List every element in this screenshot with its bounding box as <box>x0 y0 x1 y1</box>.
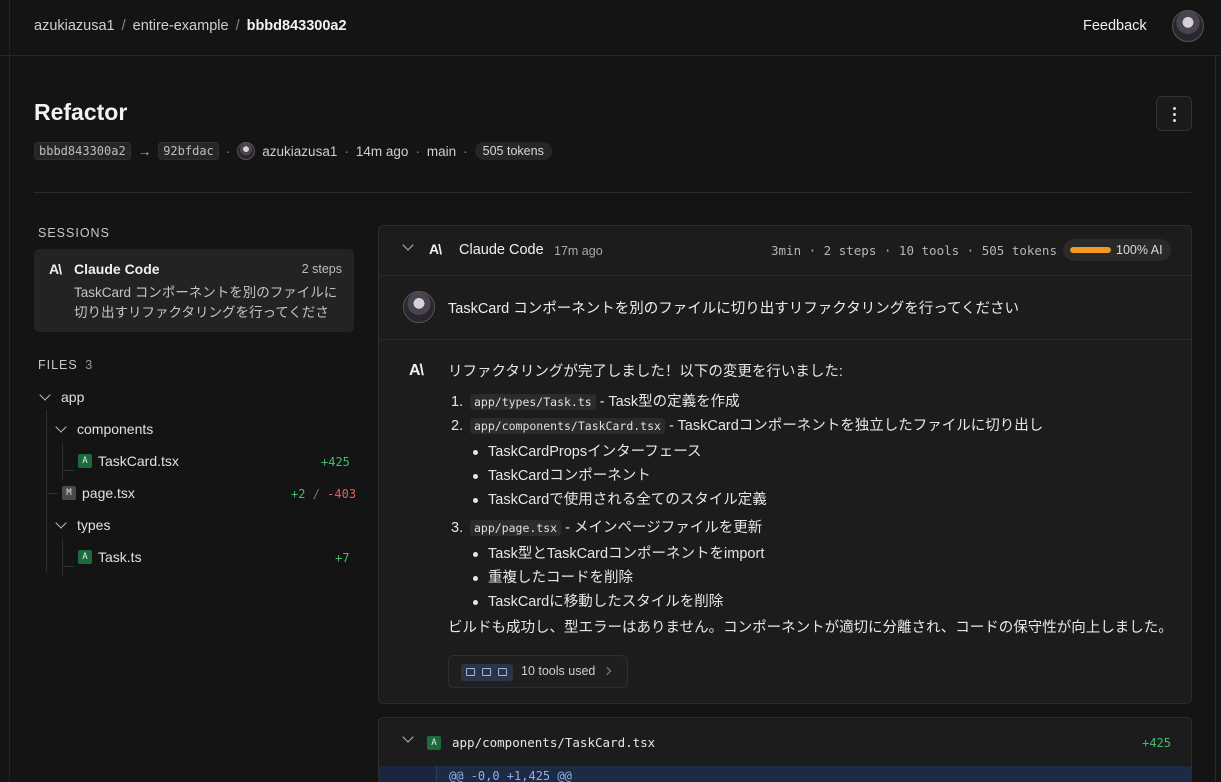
assistant-response: リファクタリングが完了しました！以下の変更を行いました: 1. app/type… <box>448 362 1178 638</box>
user-avatar <box>403 291 435 323</box>
session-item[interactable]: A\ Claude Code 2 steps TaskCard コンポーネントを… <box>34 249 354 332</box>
step-bullets: Task型とTaskCardコンポーネントをimport 重複したコードを削除 … <box>473 542 1178 614</box>
checkpoint-meta: bbbd843300a2 → 92bfdac · azukiazusa1 · 1… <box>34 140 552 162</box>
step-bullets: TaskCardPropsインターフェース TaskCardコンポーネント Ta… <box>473 440 1178 512</box>
session-stats: 3min · 2 steps · 10 tools · 505 tokens <box>771 243 1057 258</box>
chevron-right-icon <box>602 666 612 676</box>
arrow-right-icon: → <box>137 143 152 159</box>
left-rail <box>0 0 10 782</box>
response-outro: ビルドも成功し、型エラーはありません。コンポーネントが適切に分離され、コードの保… <box>448 620 1173 636</box>
anthropic-logo-icon: A\ <box>49 261 62 277</box>
author-avatar <box>237 142 256 160</box>
anthropic-logo-icon: A\ <box>409 362 424 379</box>
bullet-item: TaskCardで使用される全てのスタイル定義 <box>473 488 1178 512</box>
bullet-item: Task型とTaskCardコンポーネントをimport <box>473 542 1178 566</box>
file-path-code: app/components/TaskCard.tsx <box>470 418 665 434</box>
author-name[interactable]: azukiazusa1 <box>262 144 337 159</box>
added-badge: A <box>78 454 92 468</box>
top-bar: azukiazusa1/entire-example / bbbd843300a2 … <box>0 0 1221 56</box>
ai-share-label: 100% AI <box>1116 243 1163 257</box>
file-diff-stats: +2 / -403 <box>291 487 357 501</box>
user-avatar[interactable] <box>1172 10 1204 42</box>
file-path-code: app/page.tsx <box>470 520 562 536</box>
breadcrumb-owner[interactable]: azukiazusa1 <box>34 18 115 34</box>
folder-icon <box>466 668 475 676</box>
tree-folder-components[interactable]: components <box>55 418 153 440</box>
file-path-code: app/types/Task.ts <box>470 394 596 410</box>
to-commit[interactable]: 92bfdac <box>158 142 219 160</box>
tools-used-button[interactable]: 10 tools used <box>448 655 628 688</box>
agent-name: Claude Code <box>459 242 544 258</box>
file-icon <box>482 668 491 676</box>
tree-folder-types[interactable]: types <box>55 514 110 536</box>
token-count-badge: 505 tokens <box>474 142 552 160</box>
file-diff-panel: A app/components/TaskCard.tsx +425 @@ -0… <box>378 717 1192 782</box>
bullet-item: TaskCardPropsインターフェース <box>473 440 1178 464</box>
tree-folder-app[interactable]: app <box>39 386 84 408</box>
chevron-down-icon <box>39 389 51 401</box>
bullet-item: TaskCardに移動したスタイルを削除 <box>473 590 1178 614</box>
file-additions: +7 <box>335 551 350 565</box>
bullet-item: TaskCardコンポーネント <box>473 464 1178 488</box>
tool-icons-group <box>461 664 513 681</box>
more-options-button[interactable] <box>1156 96 1192 131</box>
terminal-icon <box>498 668 507 676</box>
session-panel: A\ Claude Code 17m ago 3min · 2 steps · … <box>378 225 1192 704</box>
tools-used-label: 10 tools used <box>521 664 596 678</box>
session-panel-header[interactable]: A\ Claude Code 17m ago 3min · 2 steps · … <box>379 226 1191 276</box>
ai-share-fill <box>1070 247 1111 253</box>
session-steps: 2 steps <box>301 262 342 276</box>
session-name: Claude Code <box>74 261 160 277</box>
chevron-down-icon <box>55 421 67 433</box>
added-badge: A <box>427 736 441 750</box>
diff-additions: +425 <box>1142 736 1171 750</box>
session-time: 17m ago <box>554 244 603 258</box>
file-additions: +425 <box>321 455 350 469</box>
chevron-down-icon[interactable] <box>402 731 414 743</box>
chevron-down-icon[interactable] <box>402 239 414 251</box>
files-count: 3 <box>85 358 94 372</box>
session-description: TaskCard コンポーネントを別のファイルに切り出すリファクタリングを行って… <box>74 285 338 320</box>
tree-file-task[interactable]: A Task.ts <box>78 546 142 568</box>
diff-hunk-header: @@ -0,0 +1,425 @@ <box>379 766 1191 782</box>
tree-file-taskcard[interactable]: A TaskCard.tsx <box>78 450 179 472</box>
breadcrumb-commit: bbbd843300a2 <box>246 18 347 34</box>
bullet-item: 重複したコードを削除 <box>473 566 1178 590</box>
scrollbar[interactable] <box>1215 56 1221 782</box>
user-message-row: TaskCard コンポーネントを別のファイルに切り出すリファクタリングを行って… <box>379 276 1191 340</box>
user-message: TaskCard コンポーネントを別のファイルに切り出すリファクタリングを行って… <box>448 301 1020 317</box>
step-item: 2. app/components/TaskCard.tsx - TaskCar… <box>448 414 1178 512</box>
branch-name: main <box>426 143 457 159</box>
checkpoint-time: 14m ago <box>355 143 409 159</box>
anthropic-logo-icon: A\ <box>429 241 442 257</box>
tree-file-page[interactable]: M page.tsx <box>62 482 135 504</box>
divider <box>34 192 1191 193</box>
response-steps: 1. app/types/Task.ts - Task型の定義を作成 2. ap… <box>448 390 1178 614</box>
breadcrumb: azukiazusa1/entire-example / bbbd843300a2 <box>34 18 347 34</box>
step-item: 3. app/page.tsx - メインページファイルを更新 Task型とTa… <box>448 516 1178 614</box>
kebab-icon <box>1173 107 1176 110</box>
response-intro: リファクタリングが完了しました！以下の変更を行いました: <box>448 364 843 380</box>
hunk-range: @@ -0,0 +1,425 @@ <box>449 769 572 782</box>
added-badge: A <box>78 550 92 564</box>
sessions-heading: SESSIONS <box>38 226 110 240</box>
chevron-down-icon <box>55 517 67 529</box>
ai-share-badge: 100% AI <box>1063 239 1171 261</box>
from-commit[interactable]: bbbd843300a2 <box>34 142 131 160</box>
files-heading: FILES 3 <box>38 358 94 372</box>
step-item: 1. app/types/Task.ts - Task型の定義を作成 <box>451 394 740 410</box>
breadcrumb-repo[interactable]: entire-example <box>133 18 229 34</box>
diff-file-path[interactable]: app/components/TaskCard.tsx <box>452 735 655 750</box>
ai-share-bar <box>1070 247 1111 253</box>
page-title: Refactor <box>34 99 128 125</box>
feedback-button[interactable]: Feedback <box>1083 18 1147 34</box>
line-number-gutter <box>379 766 437 782</box>
modified-badge: M <box>62 486 76 500</box>
